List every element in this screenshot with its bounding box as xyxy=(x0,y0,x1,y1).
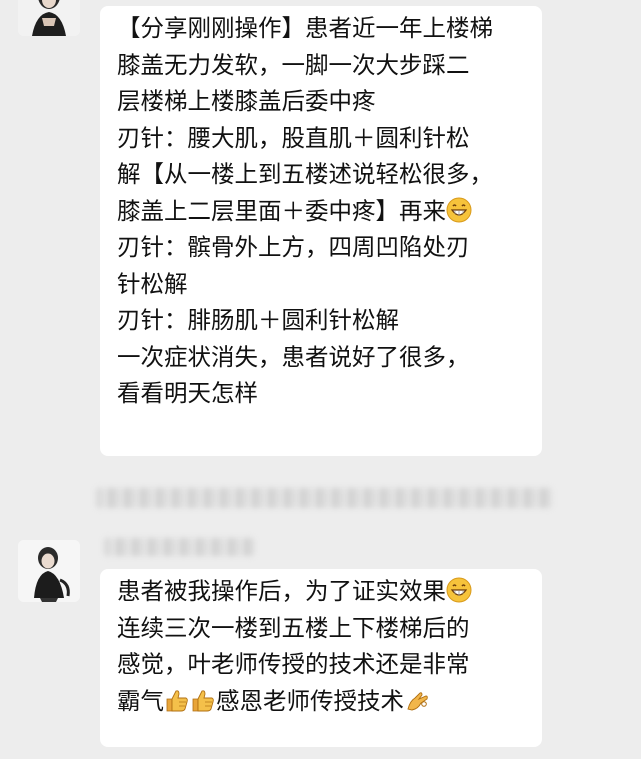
message-line: 解【从一楼上到五楼述说轻松很多， xyxy=(117,160,493,188)
redacted-sender-name xyxy=(104,538,254,556)
message-line: 【分享刚刚操作】患者近一年上楼梯 xyxy=(117,14,493,42)
sender-avatar[interactable] xyxy=(18,0,80,36)
message-line: 刃针：腓肠肌＋圆利针松解 xyxy=(117,306,399,334)
redacted-timestamp xyxy=(96,488,552,508)
thumbs-up-icon xyxy=(190,687,216,713)
message-bubble[interactable]: 【分享刚刚操作】患者近一年上楼梯 膝盖无力发软，一脚一次大步踩二 层楼梯上楼膝盖… xyxy=(100,6,542,456)
message-line: 连续三次一楼到五楼上下楼梯后的 xyxy=(117,613,470,642)
message-line-text: 霸气 xyxy=(117,686,164,715)
message-line-text: 患者被我操作后，为了证实效果 xyxy=(117,577,446,605)
grinning-face-icon xyxy=(446,577,472,603)
message-line-with-emoji: 膝盖上二层里面＋委中疼】再来 xyxy=(117,193,528,230)
message-bubble[interactable]: 患者被我操作后，为了证实效果 连续三次一楼到五楼上下楼梯后的 感觉，叶老师传授的… xyxy=(100,569,542,747)
message-line: 层楼梯上楼膝盖后委中疼 xyxy=(117,87,376,115)
message-line: 针松解 xyxy=(117,269,188,298)
message-line-with-emoji: 霸气 感恩老师传授技术 xyxy=(117,683,528,720)
avatar-photo xyxy=(18,540,80,602)
message-line: 感觉，叶老师传授的技术还是非常 xyxy=(117,650,470,678)
avatar-photo xyxy=(18,0,80,36)
message-line-with-emoji: 患者被我操作后，为了证实效果 xyxy=(117,573,528,610)
message-line: 刃针：腰大肌，股直肌＋圆利针松 xyxy=(117,123,470,152)
message-line-text: 膝盖上二层里面＋委中疼】再来 xyxy=(117,196,446,225)
message-line: 刃针：髌骨外上方，四周凹陷处刃 xyxy=(117,233,470,261)
sender-avatar[interactable] xyxy=(18,540,80,602)
message-line: 一次症状消失，患者说好了很多， xyxy=(117,342,470,371)
message-line-text: 感恩老师传授技术 xyxy=(216,686,404,715)
message-line: 看看明天怎样 xyxy=(117,379,258,407)
message-line: 膝盖无力发软，一脚一次大步踩二 xyxy=(117,50,470,79)
thumbs-up-icon xyxy=(164,687,190,713)
grinning-face-icon xyxy=(446,197,472,223)
ok-hand-icon xyxy=(404,687,430,713)
